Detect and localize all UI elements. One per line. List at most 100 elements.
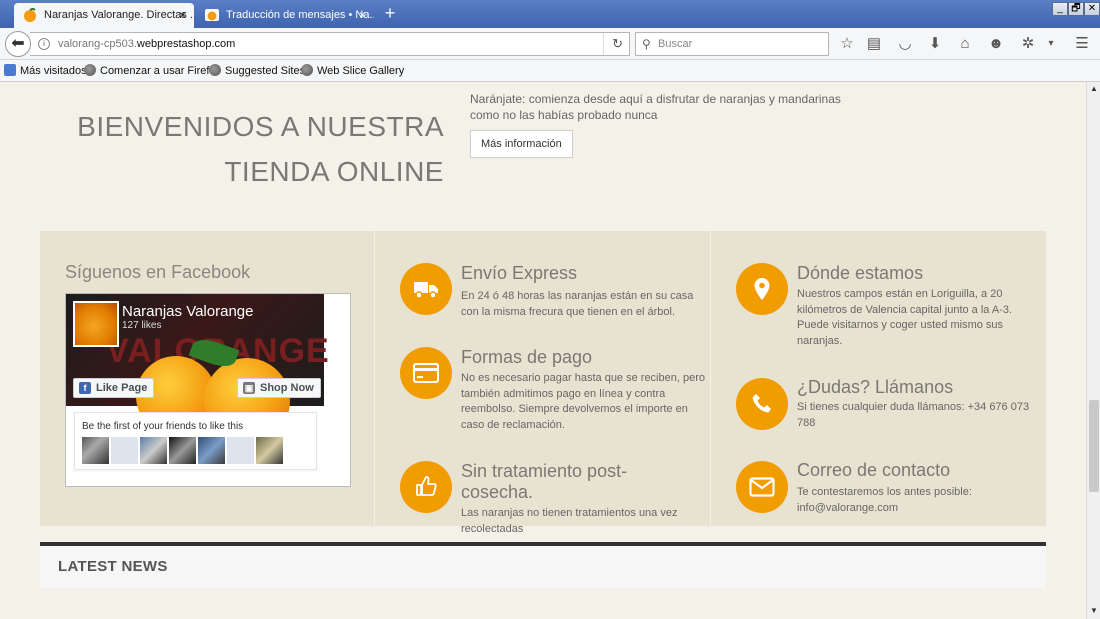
reading-list-icon[interactable]: ▤ [865,35,883,53]
shop-now-label: Shop Now [260,382,314,394]
shopping-bag-icon: ▣ [243,382,255,394]
overflow-icon[interactable]: ▾ [1042,35,1060,53]
friends-text: Be the first of your friends to like thi… [82,421,244,432]
search-icon: ⚲ [642,37,651,51]
url-prefix: valorang-cp503. [58,38,137,50]
feature-text: No es necesario pagar hasta que se recib… [461,372,705,431]
orange-favicon-icon [205,9,219,21]
welcome-line-2: TIENDA ONLINE [224,156,444,187]
reload-icon[interactable]: ↻ [603,33,623,55]
facebook-widget: VALORANGE Naranjas Valorange 127 likes f… [65,293,351,487]
globe-icon [209,64,221,76]
feature-title: Sin tratamiento post-cosecha. [461,461,628,502]
feature-title: Envío Express [461,263,578,283]
location-pin-icon [736,263,788,315]
feature-title: Formas de pago [461,347,593,367]
window-titlebar: Naranjas Valorange. Directas ... × Tradu… [0,0,1100,28]
facebook-friends-box: Be the first of your friends to like thi… [74,412,317,470]
friend-avatar[interactable] [140,437,167,464]
welcome-line-1: BIENVENIDOS A NUESTRA [77,111,444,142]
menu-icon[interactable]: ☰ [1073,35,1091,53]
site-info-icon[interactable]: i [38,38,50,50]
thumbs-up-icon [400,461,452,513]
latest-news-title: LATEST NEWS [58,558,168,575]
navigation-toolbar: i valorang-cp503.webprestashop.com ↻ ⬅ ⚲… [0,28,1100,60]
features-column-middle: Envío Express En 24 ó 48 horas las naran… [375,231,711,535]
extension-icon[interactable]: ✲ [1019,35,1037,53]
like-page-button[interactable]: f Like Page [73,378,155,398]
truck-icon [400,263,452,315]
friend-avatar[interactable] [111,437,138,464]
features-column-right: Dónde estamos Nuestros campos están en L… [711,231,1046,526]
scroll-up-arrow-icon[interactable]: ▲ [1089,84,1099,94]
back-button[interactable]: ⬅ [5,31,31,57]
minimize-button[interactable]: _ [1052,2,1068,16]
url-bar[interactable]: i valorang-cp503.webprestashop.com ↻ [30,32,630,56]
bookmark-folder-icon [4,64,16,76]
more-info-button[interactable]: Más información [470,130,573,158]
tab-title: Traducción de mensajes • Na... [226,9,374,21]
facebook-page-avatar[interactable] [73,301,119,347]
credit-card-icon [400,347,452,399]
envelope-icon [736,461,788,513]
feature-text: Nuestros campos están en Loriguilla, a 2… [797,288,1013,347]
tab-title: Naranjas Valorange. Directas ... [44,9,194,21]
home-icon[interactable]: ⌂ [956,35,974,53]
feature-title: Dónde estamos [797,263,924,283]
friend-avatar[interactable] [169,437,196,464]
bookmark-suggested-sites[interactable]: Suggested Sites [209,64,305,77]
friend-avatar[interactable] [82,437,109,464]
close-window-button[interactable]: ✕ [1084,2,1100,16]
friend-avatar[interactable] [198,437,225,464]
web-page: BIENVENIDOS A NUESTRA TIENDA ONLINE Nará… [0,82,1086,619]
orange-favicon-icon [24,8,36,22]
facebook-cover[interactable]: VALORANGE Naranjas Valorange 127 likes f… [66,294,329,444]
new-tab-button[interactable]: + [380,3,400,25]
star-icon[interactable]: ☆ [838,35,856,53]
facebook-logo-icon: f [79,382,91,394]
bookmark-label: Comenzar a usar Firef... [100,65,219,77]
bookmark-web-slice-gallery[interactable]: Web Slice Gallery [301,64,404,77]
facebook-likes-count: 127 likes [122,320,162,331]
pocket-icon[interactable]: ◡ [896,35,914,53]
chat-icon[interactable]: ☻ [987,35,1005,53]
search-placeholder: Buscar [658,38,693,50]
search-input[interactable]: ⚲ Buscar [635,32,829,56]
url-host: webprestashop.com [136,38,236,50]
page-scrollbar[interactable]: ▲ ▼ [1086,82,1100,619]
feature-text: En 24 ó 48 horas las naranjas están en s… [461,290,694,318]
scrollbar-thumb[interactable] [1089,400,1099,492]
facebook-title: Síguenos en Facebook [65,262,251,282]
phone-icon [736,378,788,430]
features-panel: Síguenos en Facebook VALORANGE Naranjas … [40,231,1046,535]
friend-avatar[interactable] [227,437,254,464]
tab-close-icon[interactable]: × [179,8,186,22]
bookmark-comenzar-firefox[interactable]: Comenzar a usar Firef... [84,64,219,77]
intro-text: Naránjate: comienza desde aquí a disfrut… [470,92,841,122]
tab-traduccion-mensajes[interactable]: Traducción de mensajes • Na... × [196,3,374,28]
like-page-label: Like Page [96,382,148,394]
friend-avatar[interactable] [256,437,283,464]
feature-title: ¿Dudas? Llámanos [797,377,954,397]
latest-news-bar: LATEST NEWS [40,542,1046,588]
feature-title: Correo de contacto [797,460,951,480]
bookmark-mas-visitados[interactable]: Más visitados [4,64,87,77]
feature-text: Si tienes cualquier duda llámanos: +34 6… [797,401,1030,429]
feature-text: Te contestaremos los antes posible: info… [797,486,972,514]
welcome-heading: BIENVENIDOS A NUESTRA TIENDA ONLINE [60,104,444,194]
shop-now-button[interactable]: ▣ Shop Now [237,378,321,398]
scroll-down-arrow-icon[interactable]: ▼ [1089,606,1099,616]
facebook-page-name[interactable]: Naranjas Valorange [122,303,253,320]
tab-naranjas-valorange[interactable]: Naranjas Valorange. Directas ... × [14,3,194,28]
bookmark-label: Suggested Sites [225,65,306,77]
globe-icon [84,64,96,76]
restore-button[interactable]: 🗗 [1068,2,1084,16]
facebook-column: Síguenos en Facebook VALORANGE Naranjas … [40,231,375,526]
bookmark-label: Web Slice Gallery [317,65,405,77]
tab-close-icon[interactable]: × [359,8,366,22]
bookmark-label: Más visitados [20,65,87,77]
feature-text: Las naranjas no tienen tratamientos una … [461,507,678,535]
bookmarks-toolbar: Más visitados Comenzar a usar Firef... S… [0,60,1100,82]
download-icon[interactable]: ⬇ [926,35,944,53]
globe-icon [301,64,313,76]
